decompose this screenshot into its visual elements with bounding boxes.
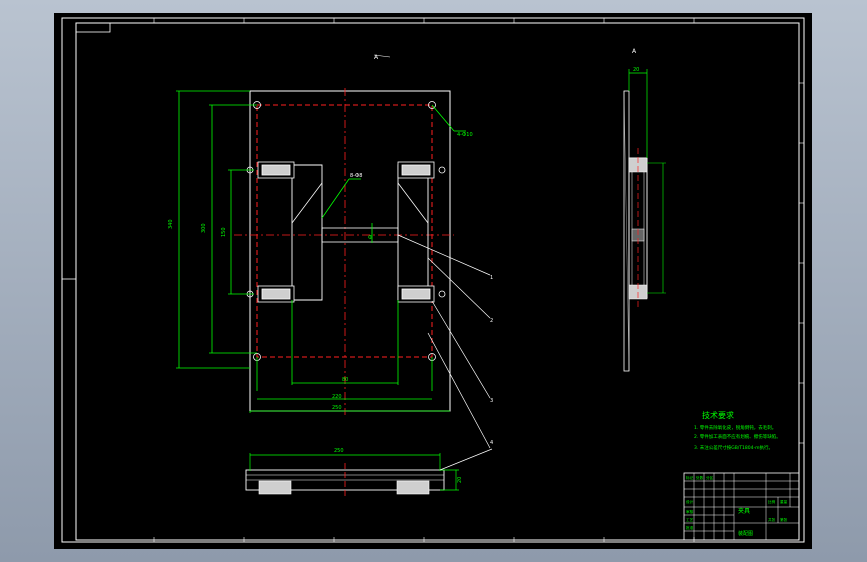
tb-cell-6: 工艺 [686, 517, 694, 522]
tb-cell-10: 共张 [768, 517, 776, 522]
dim-bottom-outer: 250 [332, 405, 342, 411]
part-number-4: 4 [490, 440, 493, 446]
right-clamp-arm [397, 164, 429, 301]
dim-front-height: 20 [457, 477, 463, 483]
tb-cell-2: 处数 [696, 475, 704, 480]
dim-slot-width: 80 [342, 377, 348, 383]
dim-section-width: 20 [633, 67, 639, 73]
inner-frame [75, 22, 800, 541]
tb-cell-1: 标记 [686, 475, 694, 480]
front-view: 250 20 [245, 448, 493, 498]
left-clamp-arm [291, 164, 323, 301]
dim-upper-hole: 4-Ф10 [457, 132, 473, 138]
tb-cell-4: 设计 [686, 499, 694, 504]
dim-front-width: 250 [334, 448, 344, 454]
cad-drawing-canvas[interactable]: A 340 300 150 4-Ф10 8-Ф8 80 220 250 Ф 1 … [54, 13, 812, 549]
part-leaders [397, 234, 491, 449]
side-view-label: A [632, 48, 637, 55]
part-number-3: 3 [490, 398, 493, 404]
tech-req-title: 技术要求 [702, 410, 734, 420]
base-plate [249, 90, 451, 412]
dim-hole-span-height: 300 [201, 223, 207, 233]
tb-cell-7: 批准 [686, 525, 694, 530]
tb-cell-5: 审核 [686, 509, 694, 514]
drawing-svg: A 340 300 150 4-Ф10 8-Ф8 80 220 250 Ф 1 … [61, 17, 805, 543]
corner-holes [253, 101, 436, 361]
top-view: A 340 300 150 4-Ф10 8-Ф8 80 220 250 Ф 1 … [168, 54, 493, 449]
corner-box [75, 22, 111, 33]
tech-requirements: 技术要求 1. 零件去除氧化皮，锐角倒钝，去毛刺。 2. 零件加工表面不应有划痕… [694, 410, 781, 451]
tb-cell-11: 第张 [780, 517, 788, 522]
outer-frame [61, 17, 805, 543]
tech-req-line-3: 3. 未注公差尺寸按GB/T1804-m执行。 [694, 444, 773, 451]
tb-material: 装配图 [738, 530, 753, 537]
dim-bottom-inner: 220 [332, 394, 342, 400]
dim-cutout-height: 150 [221, 227, 227, 237]
tb-cell-3: 分区 [706, 475, 714, 480]
tb-cell-9: 重量 [780, 499, 788, 504]
part-number-1: 1 [490, 275, 493, 281]
dim-center-mark: Ф [368, 235, 373, 241]
zone-ticks [153, 18, 804, 542]
tb-part-name: 夹具 [738, 507, 750, 515]
hole-centerline-rect [256, 104, 433, 358]
side-view: A 20 [623, 48, 666, 372]
dim-clamp-label: 8-Ф8 [350, 173, 362, 179]
tech-req-line-1: 1. 零件去除氧化皮，锐角倒钝，去毛刺。 [694, 424, 776, 431]
top-view-dimensions [176, 90, 466, 413]
title-block: 标记 处数 分区 设计 审核 工艺 批准 比例 重量 共张 第张 夹具 装配图 [683, 472, 800, 541]
dim-plate-height: 340 [168, 219, 174, 229]
part-number-2: 2 [490, 318, 493, 324]
tech-req-line-2: 2. 零件加工表面不应有划痕、擦伤等缺陷。 [694, 433, 781, 440]
tb-cell-8: 比例 [768, 499, 776, 504]
